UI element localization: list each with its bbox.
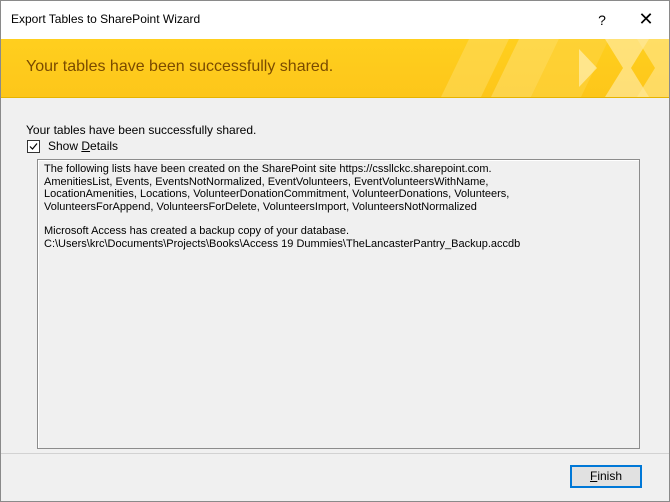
finish-button[interactable]: Finish — [570, 465, 642, 488]
title-bar: Export Tables to SharePoint Wizard ? ✕ — [1, 1, 669, 39]
details-backup-info: Microsoft Access has created a backup co… — [44, 225, 521, 250]
header-banner: Your tables have been successfully share… — [1, 39, 669, 98]
finish-label-rest: inish — [597, 469, 623, 483]
label-rest: etails — [90, 139, 119, 153]
content-area: Your tables have been successfully share… — [1, 98, 669, 453]
window-title: Export Tables to SharePoint Wizard — [11, 12, 201, 26]
wizard-dialog: Export Tables to SharePoint Wizard ? ✕ Y… — [0, 0, 670, 502]
close-button[interactable]: ✕ — [631, 7, 661, 31]
details-textbox[interactable]: The following lists have been created on… — [37, 159, 640, 449]
show-details-checkbox[interactable] — [27, 140, 40, 153]
label-prefix: Show — [48, 139, 82, 153]
footer: Finish — [1, 453, 669, 501]
details-created-lists: The following lists have been created on… — [44, 163, 510, 213]
banner-decoration-icon — [441, 39, 669, 97]
success-message: Your tables have been successfully share… — [26, 123, 257, 137]
label-accelerator: D — [81, 139, 91, 153]
banner-heading: Your tables have been successfully share… — [26, 58, 334, 75]
checkmark-icon — [29, 143, 38, 150]
show-details-label[interactable]: Show Details — [48, 139, 118, 153]
help-button[interactable]: ? — [589, 9, 615, 31]
